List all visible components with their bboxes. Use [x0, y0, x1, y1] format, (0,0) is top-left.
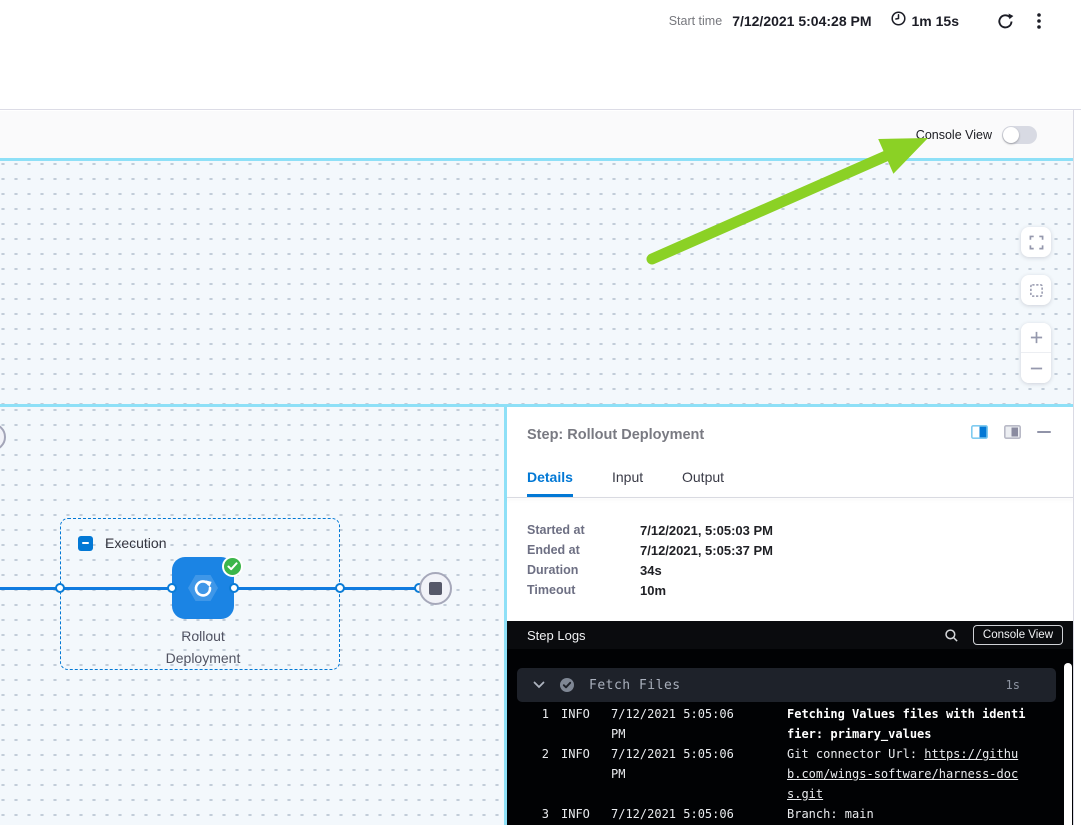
log-section-name: Fetch Files	[589, 678, 1006, 693]
panel-view-icon[interactable]	[1004, 425, 1021, 439]
log-message: Branch: main	[787, 804, 1029, 824]
panel-header: Step: Rollout Deployment	[507, 407, 1073, 463]
kebab-menu-button[interactable]	[1027, 9, 1051, 33]
rollout-icon	[185, 570, 221, 606]
pipeline-end-node[interactable]	[419, 572, 452, 605]
detail-row-started-at: Started at 7/12/2021, 5:05:03 PM	[527, 520, 947, 540]
log-console: Fetch Files 1s 1 INFO 7/12/2021 5:05:06 …	[507, 649, 1073, 825]
page-scrollbar-track[interactable]	[1073, 110, 1081, 825]
log-scrollbar-thumb[interactable]	[1064, 663, 1072, 825]
stage-graph-canvas[interactable]	[0, 161, 1073, 404]
panel-tabs: Details Input Output	[507, 465, 1073, 498]
canvas-zoom-controls	[1021, 227, 1051, 383]
step-details-list: Started at 7/12/2021, 5:05:03 PM Ended a…	[527, 520, 947, 600]
log-line: 1 INFO 7/12/2021 5:05:06 PM Fetching Val…	[527, 704, 1073, 744]
success-badge-icon	[222, 556, 243, 577]
group-in-port	[55, 583, 65, 593]
refresh-button[interactable]	[993, 9, 1017, 33]
zoom-in-button[interactable]	[1021, 323, 1051, 353]
pipeline-execution-page: { "colors": { "accent_blue": "#0278d5", …	[0, 0, 1081, 825]
log-section-duration: 1s	[1006, 678, 1020, 692]
console-view-toggle[interactable]	[1002, 126, 1037, 144]
logs-console-view-button[interactable]: Console View	[973, 625, 1063, 645]
detail-row-ended-at: Ended at 7/12/2021, 5:05:37 PM	[527, 540, 947, 560]
console-view-toggle-label: Console View	[916, 128, 992, 142]
step-details-panel: Step: Rollout Deployment Details Input O…	[507, 407, 1073, 825]
group-out-port	[335, 583, 345, 593]
clock-icon	[890, 10, 907, 32]
step-node-label: Rollout Deployment	[103, 625, 303, 669]
tab-input[interactable]: Input	[612, 469, 643, 494]
log-line: 3 INFO 7/12/2021 5:05:06 PM Branch: main	[527, 804, 1073, 825]
log-section-fetch-files[interactable]: Fetch Files 1s	[517, 668, 1056, 702]
minimize-panel-button[interactable]	[1037, 431, 1051, 433]
execution-group-label: Execution	[105, 535, 166, 551]
node-out-port	[229, 583, 239, 593]
execution-meta-row: Start time 7/12/2021 5:04:28 PM 1m 15s	[669, 8, 1051, 34]
zoom-out-button[interactable]	[1021, 353, 1051, 383]
execution-group-header: Execution	[78, 535, 166, 551]
elapsed-time: 1m 15s	[890, 10, 959, 32]
chevron-down-icon[interactable]	[533, 681, 545, 689]
detail-row-duration: Duration 34s	[527, 560, 947, 580]
stop-icon	[429, 582, 442, 595]
log-line: 2 INFO 7/12/2021 5:05:06 PM Git connecto…	[527, 744, 1073, 804]
tabs-divider	[507, 497, 1073, 498]
toggle-knob	[1003, 127, 1019, 143]
tab-details[interactable]: Details	[527, 469, 573, 497]
section-success-icon	[559, 677, 575, 693]
log-lines: 1 INFO 7/12/2021 5:05:06 PM Fetching Val…	[507, 702, 1073, 825]
log-search-button[interactable]	[944, 628, 959, 643]
log-message: Git connector Url: https://github.com/wi…	[787, 744, 1029, 804]
zoom-in-out-group	[1021, 323, 1051, 383]
panel-title: Step: Rollout Deployment	[527, 427, 704, 443]
split-view-icon[interactable]	[971, 425, 988, 439]
page-header: Start time 7/12/2021 5:04:28 PM 1m 15s	[0, 0, 1081, 110]
step-logs-title: Step Logs	[527, 628, 944, 643]
detail-row-timeout: Timeout 10m	[527, 580, 947, 600]
log-message: Fetching Values files with identifier: p…	[787, 704, 1029, 744]
node-in-port	[167, 583, 177, 593]
zoom-to-fit-button[interactable]	[1021, 275, 1051, 305]
tab-output[interactable]: Output	[682, 469, 724, 494]
fullscreen-button[interactable]	[1021, 227, 1051, 257]
step-logs-bar: Step Logs Console View	[507, 621, 1073, 649]
clipped-node	[0, 423, 6, 451]
view-toolbar: Console View	[0, 111, 1073, 158]
panel-header-actions	[971, 425, 1051, 439]
start-time-value: 7/12/2021 5:04:28 PM	[732, 13, 871, 29]
step-graph-canvas[interactable]: Execution Rollout Deployment	[0, 407, 504, 825]
start-time-label: Start time	[669, 14, 723, 28]
collapse-group-icon[interactable]	[78, 536, 93, 551]
execution-detail-section: Execution Rollout Deployment Step: Roll	[0, 407, 1073, 825]
elapsed-value: 1m 15s	[912, 13, 959, 29]
